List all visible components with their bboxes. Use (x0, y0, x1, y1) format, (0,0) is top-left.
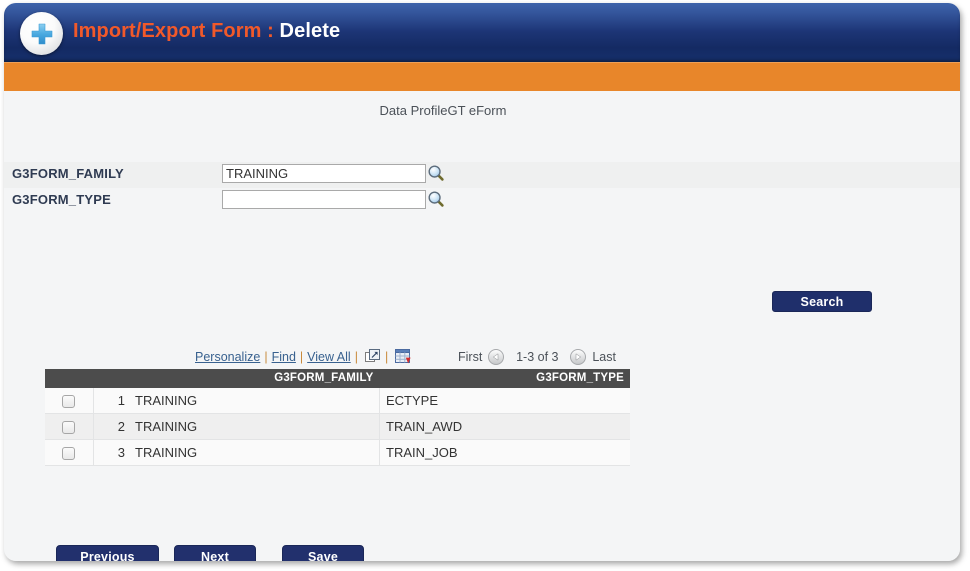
row-select-cell (45, 388, 94, 414)
title-bar: Import/Export Form : Delete (4, 3, 960, 62)
results-table: G3FORM_FAMILY G3FORM_TYPE 1 TRAINING ECT… (45, 369, 630, 466)
column-header-g3form-family[interactable]: G3FORM_FAMILY (129, 369, 380, 388)
grid-pagination: First 1-3 of 3 Last (458, 349, 616, 365)
save-button[interactable]: Save (282, 545, 364, 561)
previous-button[interactable]: Previous (56, 545, 159, 561)
next-button[interactable]: Next (174, 545, 256, 561)
content-area: Data ProfileGT eForm G3FORM_FAMILY TRAIN… (4, 91, 960, 561)
cell-g3form-family: TRAINING (129, 388, 380, 414)
previous-page-icon[interactable] (488, 349, 505, 365)
grid-toolbar: Personalize | Find | View All | | First … (45, 346, 630, 369)
table-header-row: G3FORM_FAMILY G3FORM_TYPE (45, 369, 630, 388)
magnifier-icon[interactable] (427, 190, 445, 208)
table-row: 3 TRAINING TRAIN_JOB (45, 439, 630, 466)
page-title-prefix: Import/Export Form : (73, 20, 280, 42)
label-g3form-family: G3FORM_FAMILY (12, 166, 124, 181)
action-button-bar: Previous Next Save (56, 545, 364, 561)
link-separator: | (264, 349, 268, 364)
row-select-checkbox[interactable] (62, 395, 76, 409)
download-to-spreadsheet-icon[interactable] (392, 349, 412, 364)
cell-g3form-type: ECTYPE (379, 388, 630, 414)
page-title-action: Delete (279, 20, 341, 42)
pagination-counter: 1-3 of 3 (516, 350, 559, 364)
cell-g3form-family: TRAINING (129, 439, 380, 466)
g3form-family-input[interactable] (222, 164, 426, 183)
field-row-g3form-type: G3FORM_TYPE (4, 188, 960, 214)
row-number: 2 (93, 413, 129, 440)
table-header: G3FORM_FAMILY G3FORM_TYPE (45, 369, 630, 388)
row-select-cell (45, 413, 94, 440)
find-link[interactable]: Find (272, 350, 296, 364)
next-page-icon[interactable] (570, 349, 587, 365)
first-page-link[interactable]: First (458, 350, 482, 364)
row-select-checkbox[interactable] (62, 447, 76, 461)
cell-g3form-type: TRAIN_JOB (379, 439, 630, 466)
personalize-link[interactable]: Personalize (195, 350, 260, 364)
view-all-link[interactable]: View All (307, 350, 351, 364)
accent-band (4, 62, 960, 91)
expand-grid-icon[interactable] (362, 349, 381, 364)
link-separator: | (354, 349, 358, 364)
plus-circle-icon (20, 12, 63, 55)
table-row: 1 TRAINING ECTYPE (45, 388, 630, 414)
application-window: Import/Export Form : Delete Data Profile… (4, 3, 960, 561)
cell-g3form-family: TRAINING (129, 413, 380, 440)
table-row: 2 TRAINING TRAIN_AWD (45, 413, 630, 440)
grid-links: Personalize | Find | View All | | (195, 349, 412, 364)
row-select-cell (45, 439, 94, 466)
column-header-g3form-type[interactable]: G3FORM_TYPE (379, 369, 630, 388)
last-page-link[interactable]: Last (592, 350, 616, 364)
row-number: 1 (93, 388, 129, 414)
cell-g3form-type: TRAIN_AWD (379, 413, 630, 440)
search-criteria-block: G3FORM_FAMILY TRAINING G3FORM_TYPE (4, 162, 960, 214)
page-title: Import/Export Form : Delete (73, 20, 340, 43)
g3form-type-input[interactable] (222, 190, 426, 209)
column-header-select (45, 369, 93, 388)
search-button[interactable]: Search (772, 291, 872, 312)
form-caption: Data ProfileGT eForm (379, 103, 507, 118)
table-body: 1 TRAINING ECTYPE 2 TRAINING TRAIN_AWD 3… (45, 388, 630, 466)
results-grid: Personalize | Find | View All | | First … (45, 346, 630, 466)
label-g3form-type: G3FORM_TYPE (12, 192, 111, 207)
link-separator: | (384, 349, 389, 364)
column-header-rownum (93, 369, 129, 388)
row-number: 3 (93, 439, 129, 466)
magnifier-icon[interactable] (427, 164, 445, 182)
row-select-checkbox[interactable] (62, 421, 76, 435)
field-row-g3form-family: G3FORM_FAMILY (4, 162, 960, 188)
link-separator: | (299, 349, 304, 364)
